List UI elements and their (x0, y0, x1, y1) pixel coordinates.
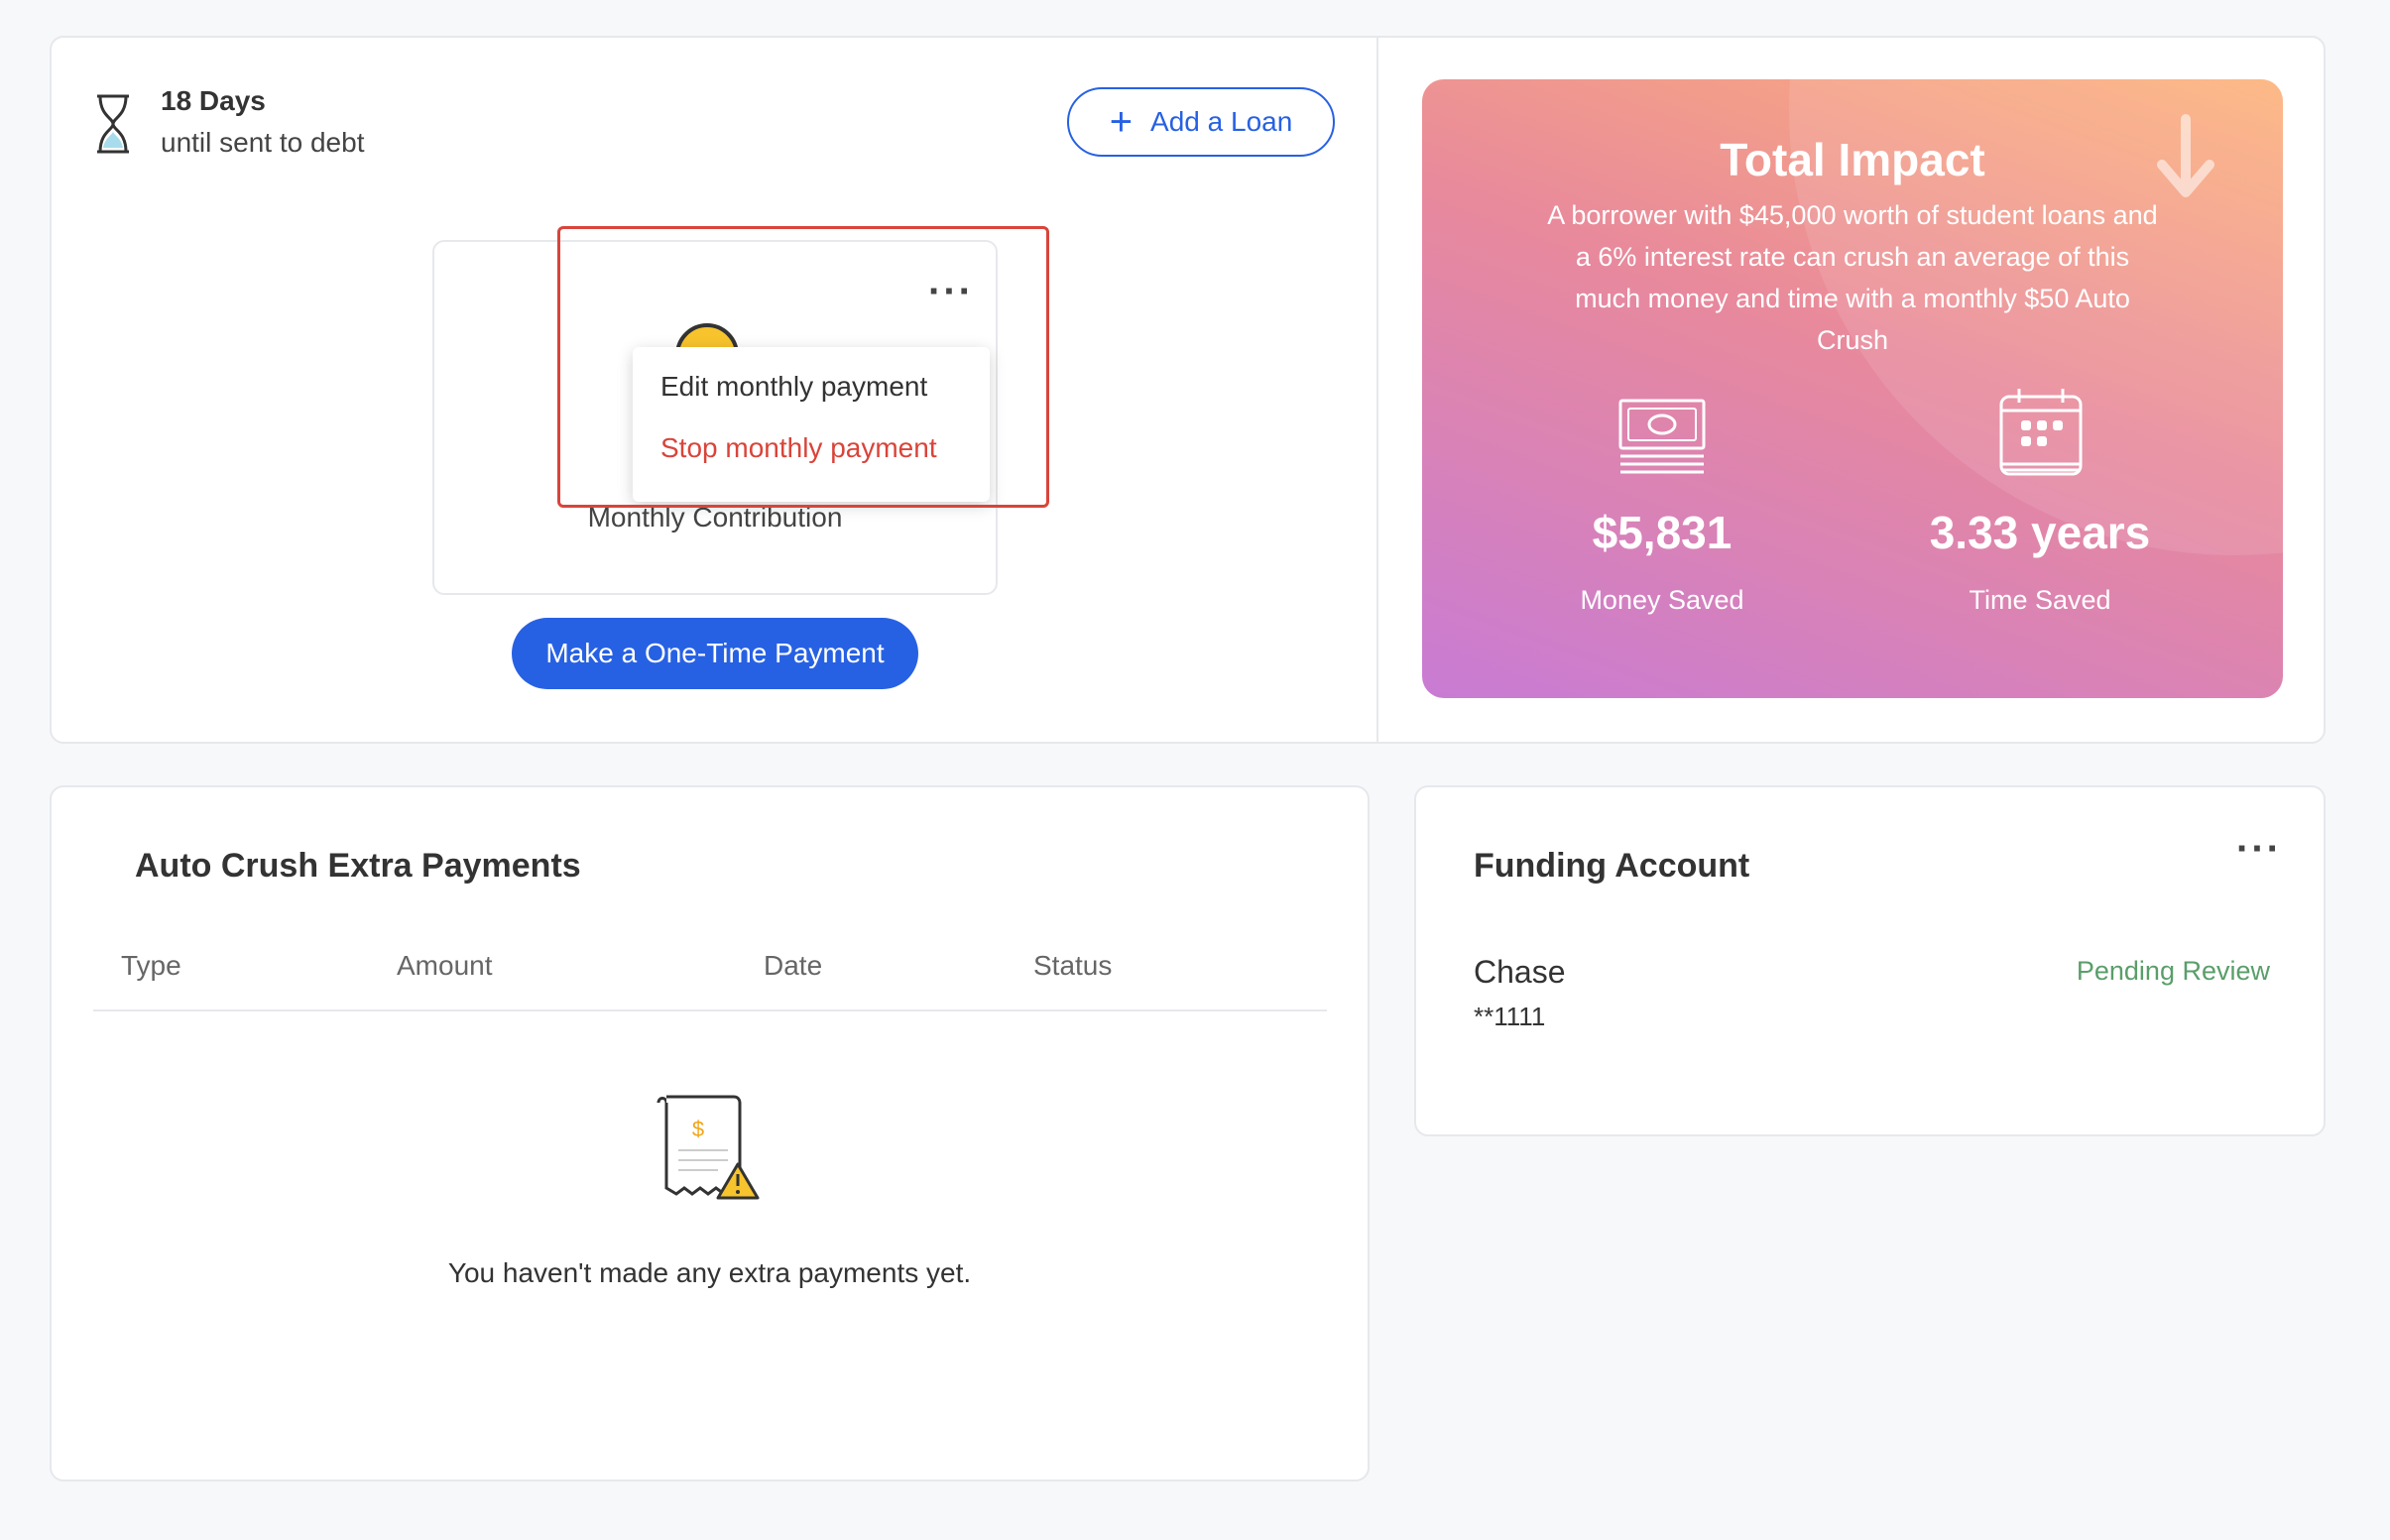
funding-account-card: Funding Account ··· Chase **1111 Pending… (1414, 785, 2326, 1136)
money-saved-value: $5,831 (1592, 507, 1733, 558)
highlight-box (557, 226, 1049, 508)
days-until-debt-subtitle: until sent to debt (161, 127, 365, 158)
days-until-debt: 18 Days (161, 85, 266, 116)
table-divider (93, 1009, 1327, 1011)
receipt-icon: $ (657, 1095, 760, 1200)
column-header-date: Date (764, 950, 823, 981)
plus-icon: + (1109, 100, 1134, 144)
impact-description: A borrower with $45,000 worth of student… (1547, 200, 2158, 355)
time-saved-label: Time Saved (1969, 585, 2111, 615)
money-saved-label: Money Saved (1580, 585, 1744, 615)
column-header-type: Type (121, 950, 181, 981)
funding-account-title: Funding Account (1474, 847, 1750, 885)
calendar-icon (1999, 389, 2083, 476)
hourglass-icon (97, 94, 129, 154)
bank-name: Chase (1474, 954, 1566, 990)
time-saved-value: 3.33 years (1929, 507, 2151, 558)
divider (1376, 38, 1378, 742)
account-number: **1111 (1474, 1002, 1546, 1031)
svg-text:$: $ (692, 1117, 704, 1141)
top-card: 18 Days until sent to debt + Add a Loan … (50, 36, 2326, 744)
add-loan-button[interactable]: + Add a Loan (1067, 87, 1335, 157)
extra-payments-card: Auto Crush Extra Payments Type Amount Da… (50, 785, 1370, 1481)
empty-state-text: You haven't made any extra payments yet. (447, 1257, 972, 1288)
total-impact-panel: Total Impact A borrower with $45,000 wor… (1422, 79, 2283, 698)
column-header-amount: Amount (397, 950, 493, 981)
funding-more-icon[interactable]: ··· (2236, 829, 2282, 869)
one-time-payment-button[interactable]: Make a One-Time Payment (512, 618, 918, 689)
money-icon (1618, 399, 1706, 474)
extra-payments-title: Auto Crush Extra Payments (135, 847, 581, 885)
column-header-status: Status (1033, 950, 1113, 981)
impact-title: Total Impact (1720, 134, 1985, 185)
add-loan-label: Add a Loan (1150, 106, 1293, 137)
status-badge: Pending Review (2076, 956, 2270, 986)
